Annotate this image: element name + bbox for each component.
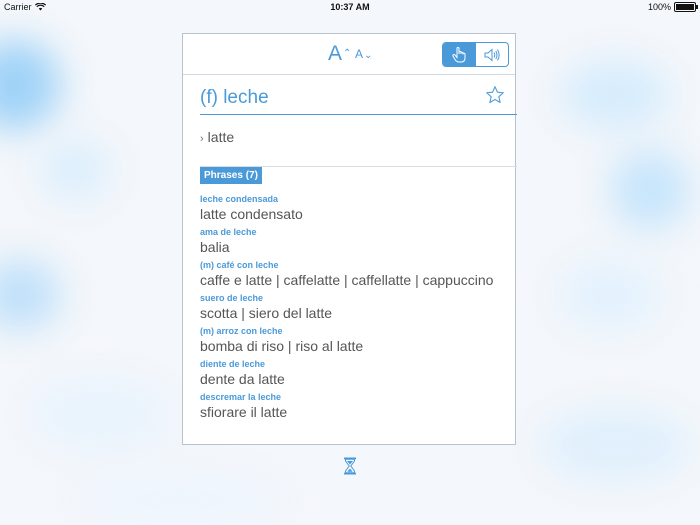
translation-arrow: › bbox=[200, 133, 204, 145]
hand-pointer-icon bbox=[452, 46, 466, 62]
speaker-icon bbox=[484, 47, 500, 62]
font-increase-button[interactable]: A⌃ bbox=[328, 42, 351, 66]
phrase-item[interactable]: (m) arroz con leche bomba di riso | riso… bbox=[200, 325, 510, 358]
caret-down-icon: ⌄ bbox=[364, 50, 373, 61]
phrase-source: diente de leche bbox=[200, 359, 266, 369]
phrases-header[interactable]: Phrases (7) bbox=[200, 167, 262, 184]
background-blob bbox=[560, 60, 670, 130]
caret-up-icon: ⌃ bbox=[343, 48, 352, 59]
status-right: 100% bbox=[647, 2, 698, 12]
phrase-source: suero de leche bbox=[200, 293, 264, 303]
background-blob bbox=[30, 380, 170, 450]
search-term[interactable]: (f) leche bbox=[200, 87, 269, 109]
phrase-item[interactable]: (m) café con leche caffe e latte | caffe… bbox=[200, 259, 510, 292]
toolbar: A⌃ A⌄ bbox=[183, 34, 515, 75]
background-blob bbox=[610, 150, 690, 230]
background-blob bbox=[540, 410, 690, 480]
battery-percentage: 100% bbox=[647, 2, 671, 12]
hourglass-icon[interactable] bbox=[343, 457, 357, 475]
phrase-translation: caffe e latte | caffelatte | caffellatte… bbox=[200, 272, 494, 288]
phrase-translation: latte condensato bbox=[200, 206, 303, 222]
phrase-list: leche condensada latte condensato ama de… bbox=[200, 193, 510, 424]
speech-mode-button[interactable] bbox=[476, 43, 509, 66]
phrase-source: descremar la leche bbox=[200, 392, 282, 402]
phrase-item[interactable]: leche condensada latte condensato bbox=[200, 193, 510, 226]
phrase-translation: sfiorare il latte bbox=[200, 404, 288, 420]
phrase-translation: bomba di riso | riso al latte bbox=[200, 338, 364, 354]
phrase-translation: balia bbox=[200, 239, 230, 255]
translation-row[interactable]: › latte bbox=[200, 129, 234, 145]
phrase-item[interactable]: suero de leche scotta | siero del latte bbox=[200, 292, 510, 325]
phrase-source: (m) arroz con leche bbox=[200, 326, 283, 336]
background-blob bbox=[0, 40, 60, 130]
status-time: 10:37 AM bbox=[330, 2, 370, 12]
status-bar: Carrier 10:37 AM 100% bbox=[0, 0, 700, 16]
background-blob bbox=[40, 140, 110, 200]
phrase-item[interactable]: descremar la leche sfiorare il latte bbox=[200, 391, 510, 424]
phrase-item[interactable]: diente de leche dente da latte bbox=[200, 358, 510, 391]
star-icon[interactable] bbox=[485, 85, 505, 105]
font-decrease-button[interactable]: A⌄ bbox=[355, 47, 372, 61]
tap-mode-button[interactable] bbox=[443, 43, 476, 66]
phrase-translation: scotta | siero del latte bbox=[200, 305, 333, 321]
phrase-item[interactable]: ama de leche balia bbox=[200, 226, 510, 259]
phrase-source: ama de leche bbox=[200, 227, 257, 237]
translation-text: latte bbox=[207, 129, 235, 145]
background-blob bbox=[80, 470, 280, 525]
battery-icon bbox=[674, 2, 698, 12]
search-row: (f) leche bbox=[200, 82, 517, 115]
font-increase-label: A bbox=[328, 42, 343, 65]
mode-segmented-control bbox=[442, 42, 509, 67]
phrase-source: (m) café con leche bbox=[200, 260, 279, 270]
font-decrease-label: A bbox=[355, 47, 364, 61]
dictionary-card: A⌃ A⌄ (f) leche › latte Phrases (7) lech… bbox=[182, 33, 517, 445]
phrase-source: leche condensada bbox=[200, 194, 279, 204]
background-blob bbox=[560, 260, 660, 330]
phrase-translation: dente da latte bbox=[200, 371, 285, 387]
background-blob bbox=[0, 260, 60, 330]
